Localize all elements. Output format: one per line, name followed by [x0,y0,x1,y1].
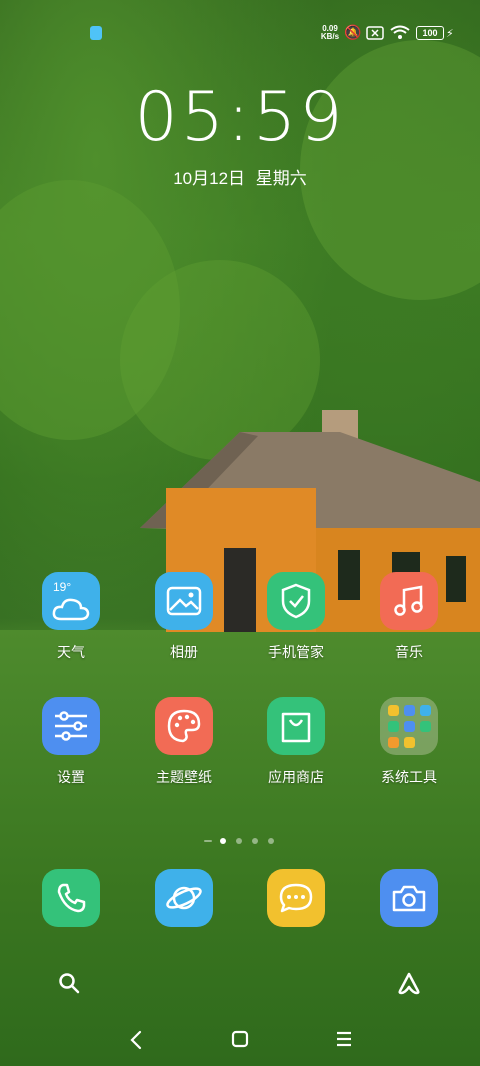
wallpaper-foliage [120,260,320,460]
page-dot [236,838,242,844]
navigation-bar [0,1016,480,1066]
home-screen: 0.09 KB/s 🔕 100 ⚡ 05:59 10月12日 星期六 19° 天… [0,0,480,1066]
weekday-text: 星期六 [255,169,307,188]
app-label: 手机管家 [268,644,324,660]
no-sim-icon [366,26,384,40]
app-settings[interactable]: 设置 [21,697,121,787]
charging-icon: ⚡ [446,28,454,40]
app-label: 音乐 [395,644,423,660]
music-icon [380,572,438,630]
page-dot [268,838,274,844]
app-label: 设置 [57,769,85,785]
wallpaper-window [392,552,420,574]
app-weather[interactable]: 19° 天气 [21,572,121,662]
app-label: 天气 [57,644,85,660]
store-bag-icon [267,697,325,755]
gallery-icon [155,572,213,630]
page-dot [204,840,212,842]
settings-icon [42,697,100,755]
battery-indicator: 100 [416,26,444,40]
phone-icon [42,869,100,927]
search-icon[interactable] [58,972,80,994]
app-label: 系统工具 [381,769,437,785]
date-text: 10月12日 [173,169,246,188]
menu-icon[interactable] [335,1031,353,1047]
app-label: 应用商店 [268,769,324,785]
clock-date[interactable]: 10月12日 星期六 [0,164,480,189]
palette-icon [155,697,213,755]
notification-icon [90,26,102,40]
page-indicator[interactable] [204,836,284,846]
back-icon[interactable] [128,1030,144,1050]
app-label: 主题壁纸 [156,769,212,785]
app-label: 相册 [170,644,198,660]
shield-icon [267,572,325,630]
page-dot [252,838,258,844]
app-store[interactable]: 应用商店 [246,697,346,787]
clock-time[interactable]: 05:59 [0,78,480,157]
status-bar: 0.09 KB/s 🔕 100 ⚡ [0,0,480,66]
app-gallery[interactable]: 相册 [134,572,234,662]
home-icon[interactable] [231,1030,249,1048]
dock-phone[interactable] [21,869,121,927]
dock-camera[interactable] [359,869,459,927]
dock-search-bar [40,958,440,1006]
assistant-icon[interactable] [396,971,422,995]
app-themes[interactable]: 主题壁纸 [134,697,234,787]
dock-browser[interactable] [134,869,234,927]
mute-bell-icon: 🔕 [344,24,362,40]
page-dot-active [220,838,226,844]
dock-messages[interactable] [246,869,346,927]
network-speed: 0.09 KB/s [320,24,340,41]
wifi-icon [390,25,410,39]
app-music[interactable]: 音乐 [359,572,459,662]
weather-icon: 19° [42,572,100,630]
app-folder-system-tools[interactable]: 系统工具 [359,697,459,787]
planet-icon [155,869,213,927]
chat-bubble-icon [267,869,325,927]
camera-icon [380,869,438,927]
folder-icon [380,697,438,755]
app-phone-manager[interactable]: 手机管家 [246,572,346,662]
